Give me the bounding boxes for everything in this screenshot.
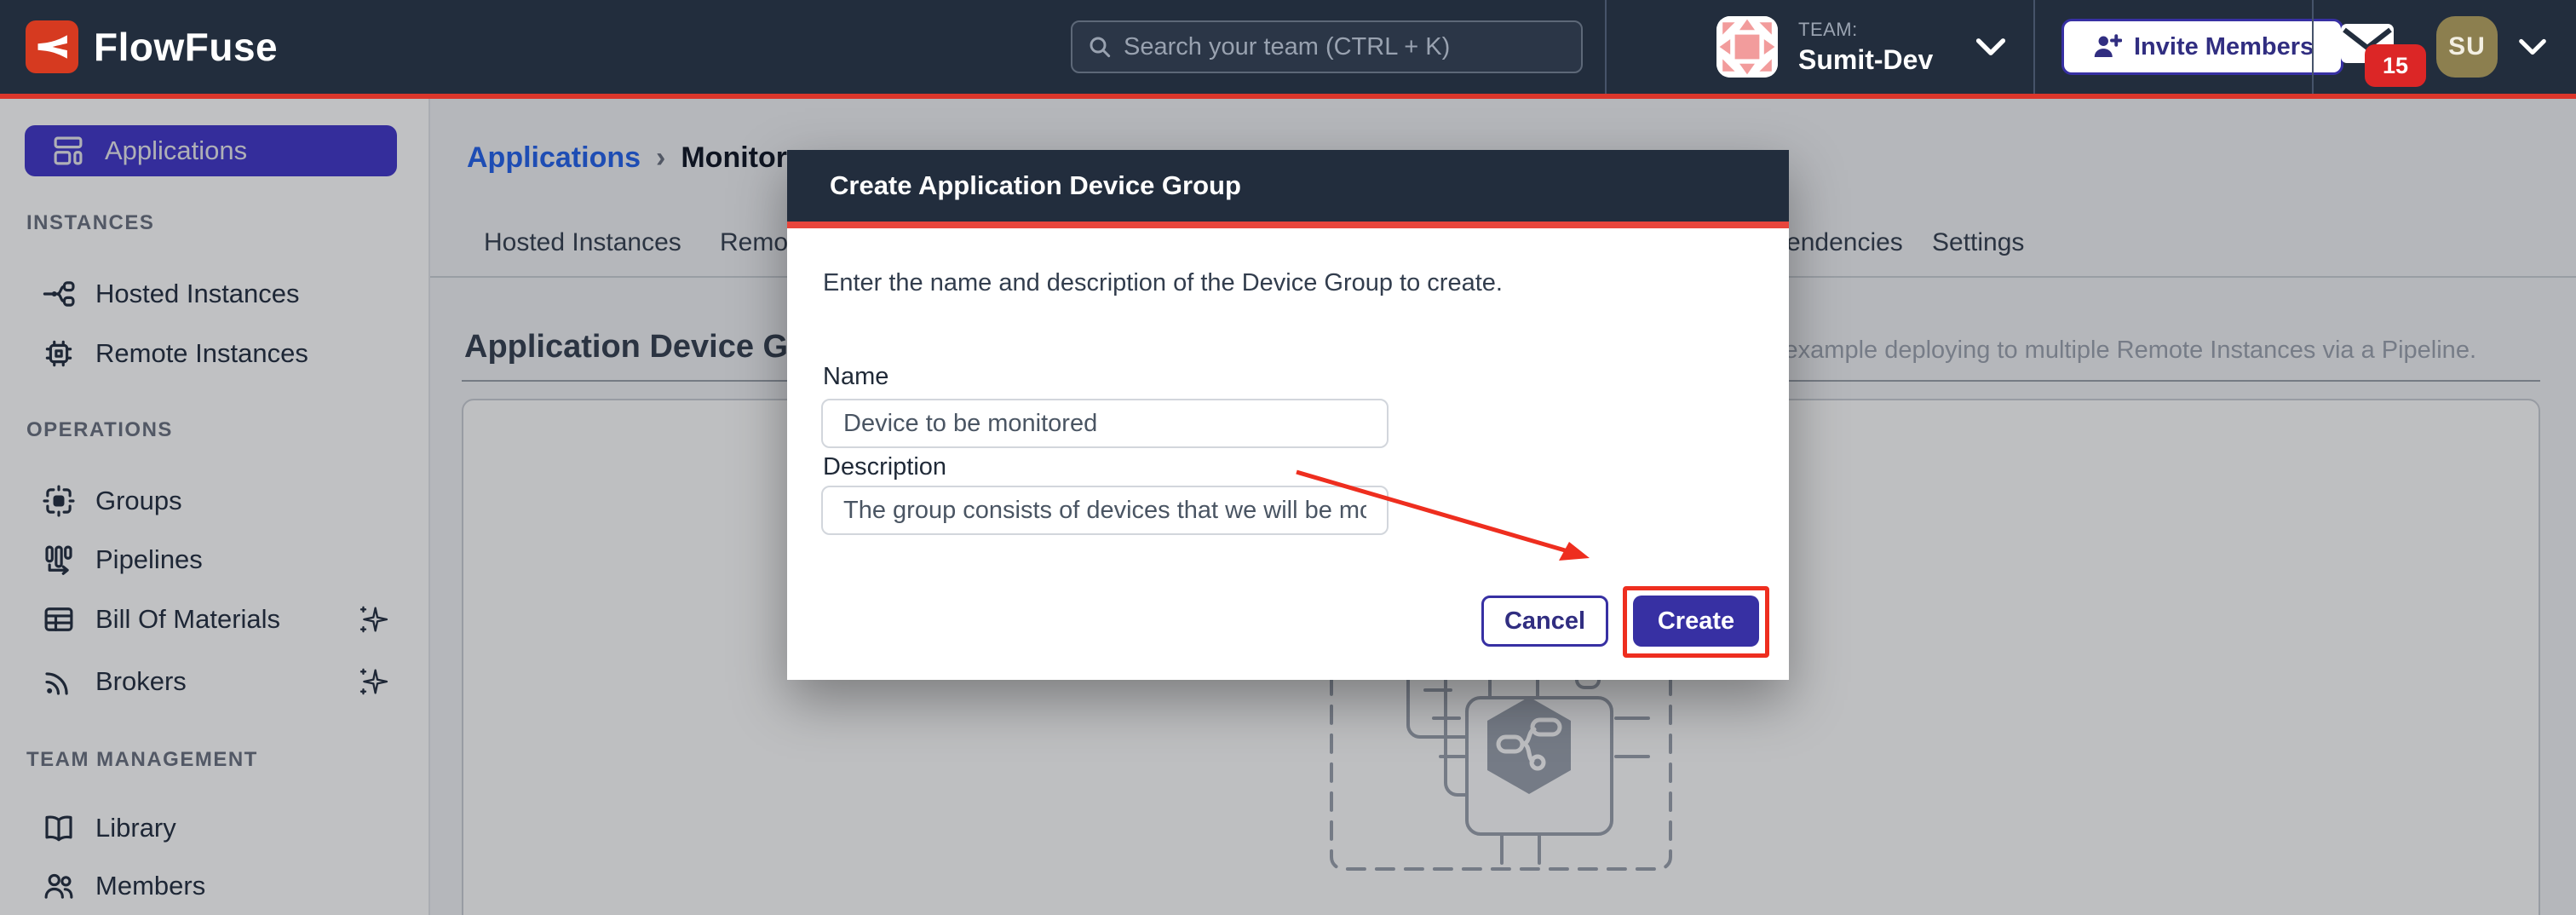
brand-name: FlowFuse — [94, 24, 278, 70]
notifications-button[interactable]: 15 — [2336, 0, 2421, 94]
team-label: TEAM: — [1798, 19, 1933, 41]
invite-members-label: Invite Members — [2134, 33, 2314, 61]
nav-divider — [1605, 0, 1607, 94]
brand-home-link[interactable]: FlowFuse — [26, 0, 278, 94]
nav-divider — [2033, 0, 2035, 94]
description-field-label: Description — [823, 453, 946, 481]
name-input[interactable] — [821, 399, 1389, 448]
create-button-highlight — [1623, 586, 1769, 658]
name-field-label: Name — [823, 363, 888, 391]
search-icon — [1086, 33, 1113, 60]
search-input[interactable] — [1124, 33, 1567, 61]
dialog-description: Enter the name and description of the De… — [823, 269, 1503, 297]
team-avatar — [1716, 16, 1778, 78]
dialog-header-highlight — [787, 222, 1789, 228]
navbar-highlight-line — [0, 94, 2576, 99]
top-navbar: FlowFuse TEAM: Sumit-Dev — [0, 0, 2576, 94]
user-avatar: SU — [2436, 16, 2498, 78]
invite-members-button[interactable]: Invite Members — [2061, 19, 2343, 75]
chevron-down-icon — [2518, 38, 2547, 55]
chevron-down-icon — [1975, 37, 2006, 56]
team-selector[interactable]: TEAM: Sumit-Dev — [1695, 0, 2032, 94]
nav-divider — [2312, 0, 2314, 94]
dialog-title: Create Application Device Group — [830, 170, 1241, 201]
dialog-header: Create Application Device Group — [787, 150, 1789, 222]
notification-badge: 15 — [2365, 44, 2426, 87]
team-name: Sumit-Dev — [1798, 44, 1933, 76]
annotation-arrow — [1278, 460, 1610, 579]
user-plus-icon — [2091, 32, 2122, 62]
cancel-button[interactable]: Cancel — [1481, 596, 1608, 647]
user-menu[interactable]: SU — [2436, 0, 2547, 94]
team-search — [1071, 20, 1583, 73]
flowfuse-logo-icon — [26, 20, 78, 73]
